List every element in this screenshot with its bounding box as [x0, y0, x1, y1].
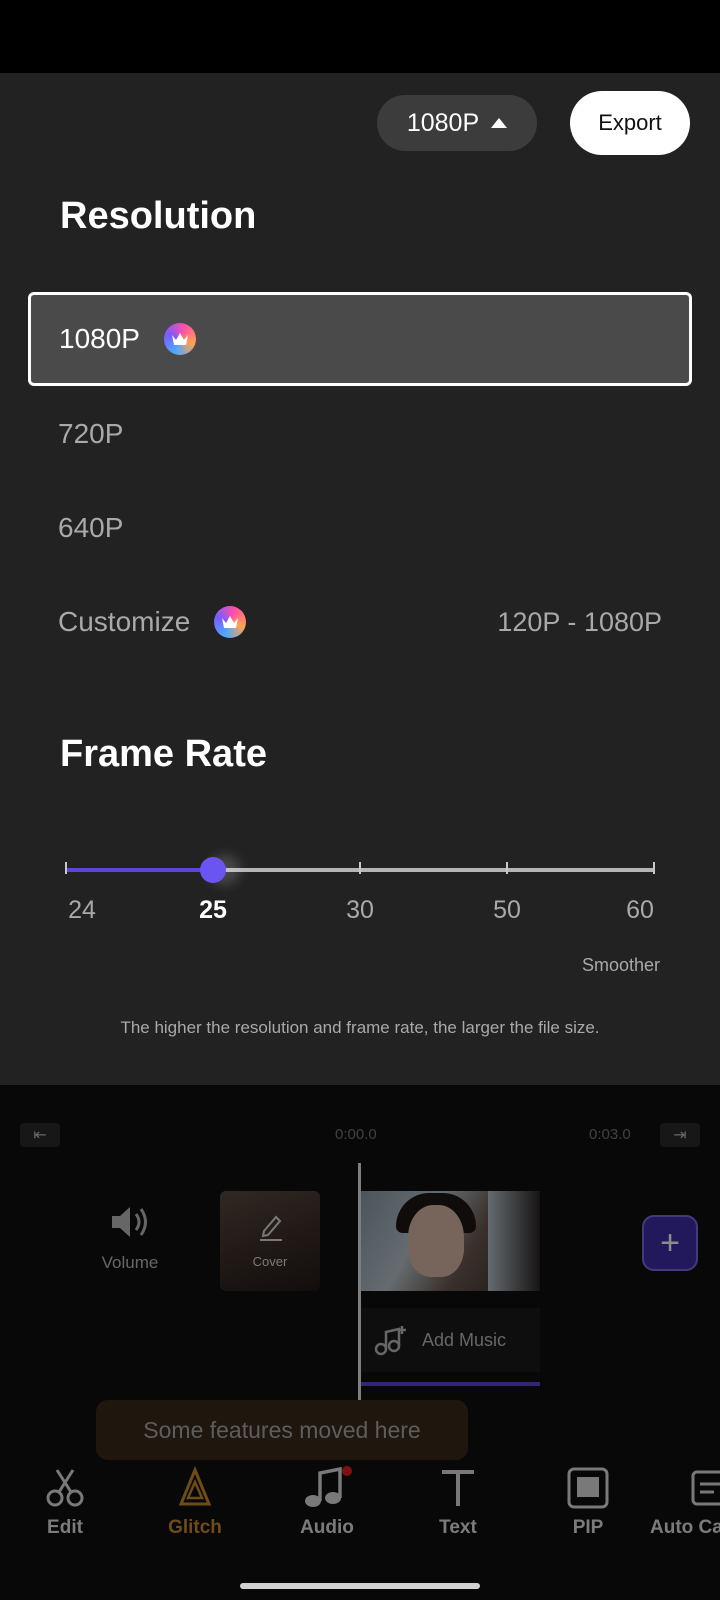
music-track-bar — [360, 1382, 540, 1386]
resolution-option-label: 640P — [58, 512, 124, 543]
music-add-icon — [374, 1326, 406, 1356]
tool-glitch-label: Glitch — [168, 1517, 222, 1538]
caret-up-icon — [491, 118, 508, 128]
tool-edit-label: Edit — [47, 1517, 83, 1538]
tool-glitch[interactable]: Glitch — [140, 1463, 250, 1539]
bottom-toolbar: Edit Glitch Audio Text PIP Auto Ca — [0, 1463, 720, 1553]
add-music-label: Add Music — [422, 1329, 507, 1350]
resolution-dropdown-value: 1080P — [406, 108, 480, 137]
glitch-icon — [178, 1466, 212, 1506]
jump-end-button[interactable]: ⇥ — [660, 1123, 700, 1147]
resolution-option-1080p[interactable]: 1080P — [28, 292, 692, 386]
frame-rate-option[interactable]: 30 — [346, 896, 374, 925]
resolution-option-720p[interactable]: 720P — [28, 387, 692, 481]
jump-start-button[interactable]: ⇤ — [20, 1123, 60, 1147]
home-indicator[interactable] — [240, 1583, 480, 1589]
frame-rate-option[interactable]: 60 — [626, 896, 654, 925]
text-icon — [442, 1470, 474, 1506]
volume-icon — [112, 1207, 147, 1237]
features-moved-toast: Some features moved here — [96, 1400, 468, 1460]
premium-crown-icon — [214, 606, 247, 638]
resolution-dropdown[interactable]: 1080P — [377, 95, 537, 151]
slider-knob[interactable] — [200, 857, 226, 883]
pip-icon — [567, 1467, 609, 1509]
customize-range: 120P - 1080P — [497, 606, 662, 637]
frame-rate-option[interactable]: 25 — [199, 896, 227, 925]
tool-pip-label: PIP — [572, 1517, 604, 1538]
slider-tick — [65, 862, 67, 874]
resolution-option-640p[interactable]: 640P — [28, 481, 692, 575]
tool-edit[interactable]: Edit — [10, 1463, 120, 1539]
slider-tick — [359, 862, 361, 874]
resolution-option-label: 720P — [58, 418, 124, 449]
time-total: 0:03.0 — [589, 1126, 631, 1143]
edit-pencil-icon — [260, 1215, 282, 1241]
time-current: 0:00.0 — [335, 1126, 377, 1143]
video-clip[interactable] — [360, 1191, 540, 1291]
editor-background: ⇤ 0:00.0 0:03.0 ⇥ Volume Cover Add Music — [0, 1085, 720, 1600]
scissors-icon — [46, 1469, 84, 1507]
add-music-track[interactable]: Add Music — [360, 1308, 540, 1372]
playhead[interactable] — [358, 1163, 361, 1403]
frame-rate-option[interactable]: 24 — [68, 896, 96, 925]
frame-rate-option[interactable]: 50 — [493, 896, 521, 925]
resolution-option-label: 1080P — [59, 323, 140, 354]
tool-pip[interactable]: PIP — [533, 1463, 643, 1539]
file-size-note: The higher the resolution and frame rate… — [120, 1018, 600, 1037]
slider-tick — [653, 862, 655, 874]
music-note-icon — [305, 1466, 352, 1507]
tool-audio[interactable]: Audio — [272, 1463, 382, 1539]
volume-control[interactable]: Volume — [90, 1202, 170, 1273]
resolution-option-label: Customize — [58, 606, 191, 637]
resolution-option-customize[interactable]: Customize 120P - 1080P — [28, 575, 692, 669]
resolution-title: Resolution — [60, 195, 257, 237]
volume-label: Volume — [101, 1253, 159, 1272]
cover-thumbnail[interactable]: Cover — [220, 1191, 320, 1291]
slider-fill — [66, 868, 213, 872]
caption-icon — [691, 1470, 720, 1506]
smoother-label: Smoother — [581, 955, 660, 975]
frame-rate-title: Frame Rate — [60, 733, 267, 775]
add-clip-button[interactable]: + — [642, 1215, 698, 1271]
tool-auto-captions[interactable]: Auto Ca — [650, 1463, 720, 1539]
tool-audio-label: Audio — [300, 1517, 354, 1538]
tool-auto-captions-label: Auto Ca — [650, 1517, 720, 1538]
cover-label: Cover — [252, 1254, 288, 1269]
export-settings-sheet: 1080P Export Resolution 1080P 720P 640P … — [0, 73, 720, 1085]
premium-crown-icon — [163, 323, 196, 355]
tool-text-label: Text — [439, 1517, 477, 1538]
export-button[interactable]: Export — [570, 91, 690, 155]
slider-tick — [506, 862, 508, 874]
tool-text[interactable]: Text — [403, 1463, 513, 1539]
